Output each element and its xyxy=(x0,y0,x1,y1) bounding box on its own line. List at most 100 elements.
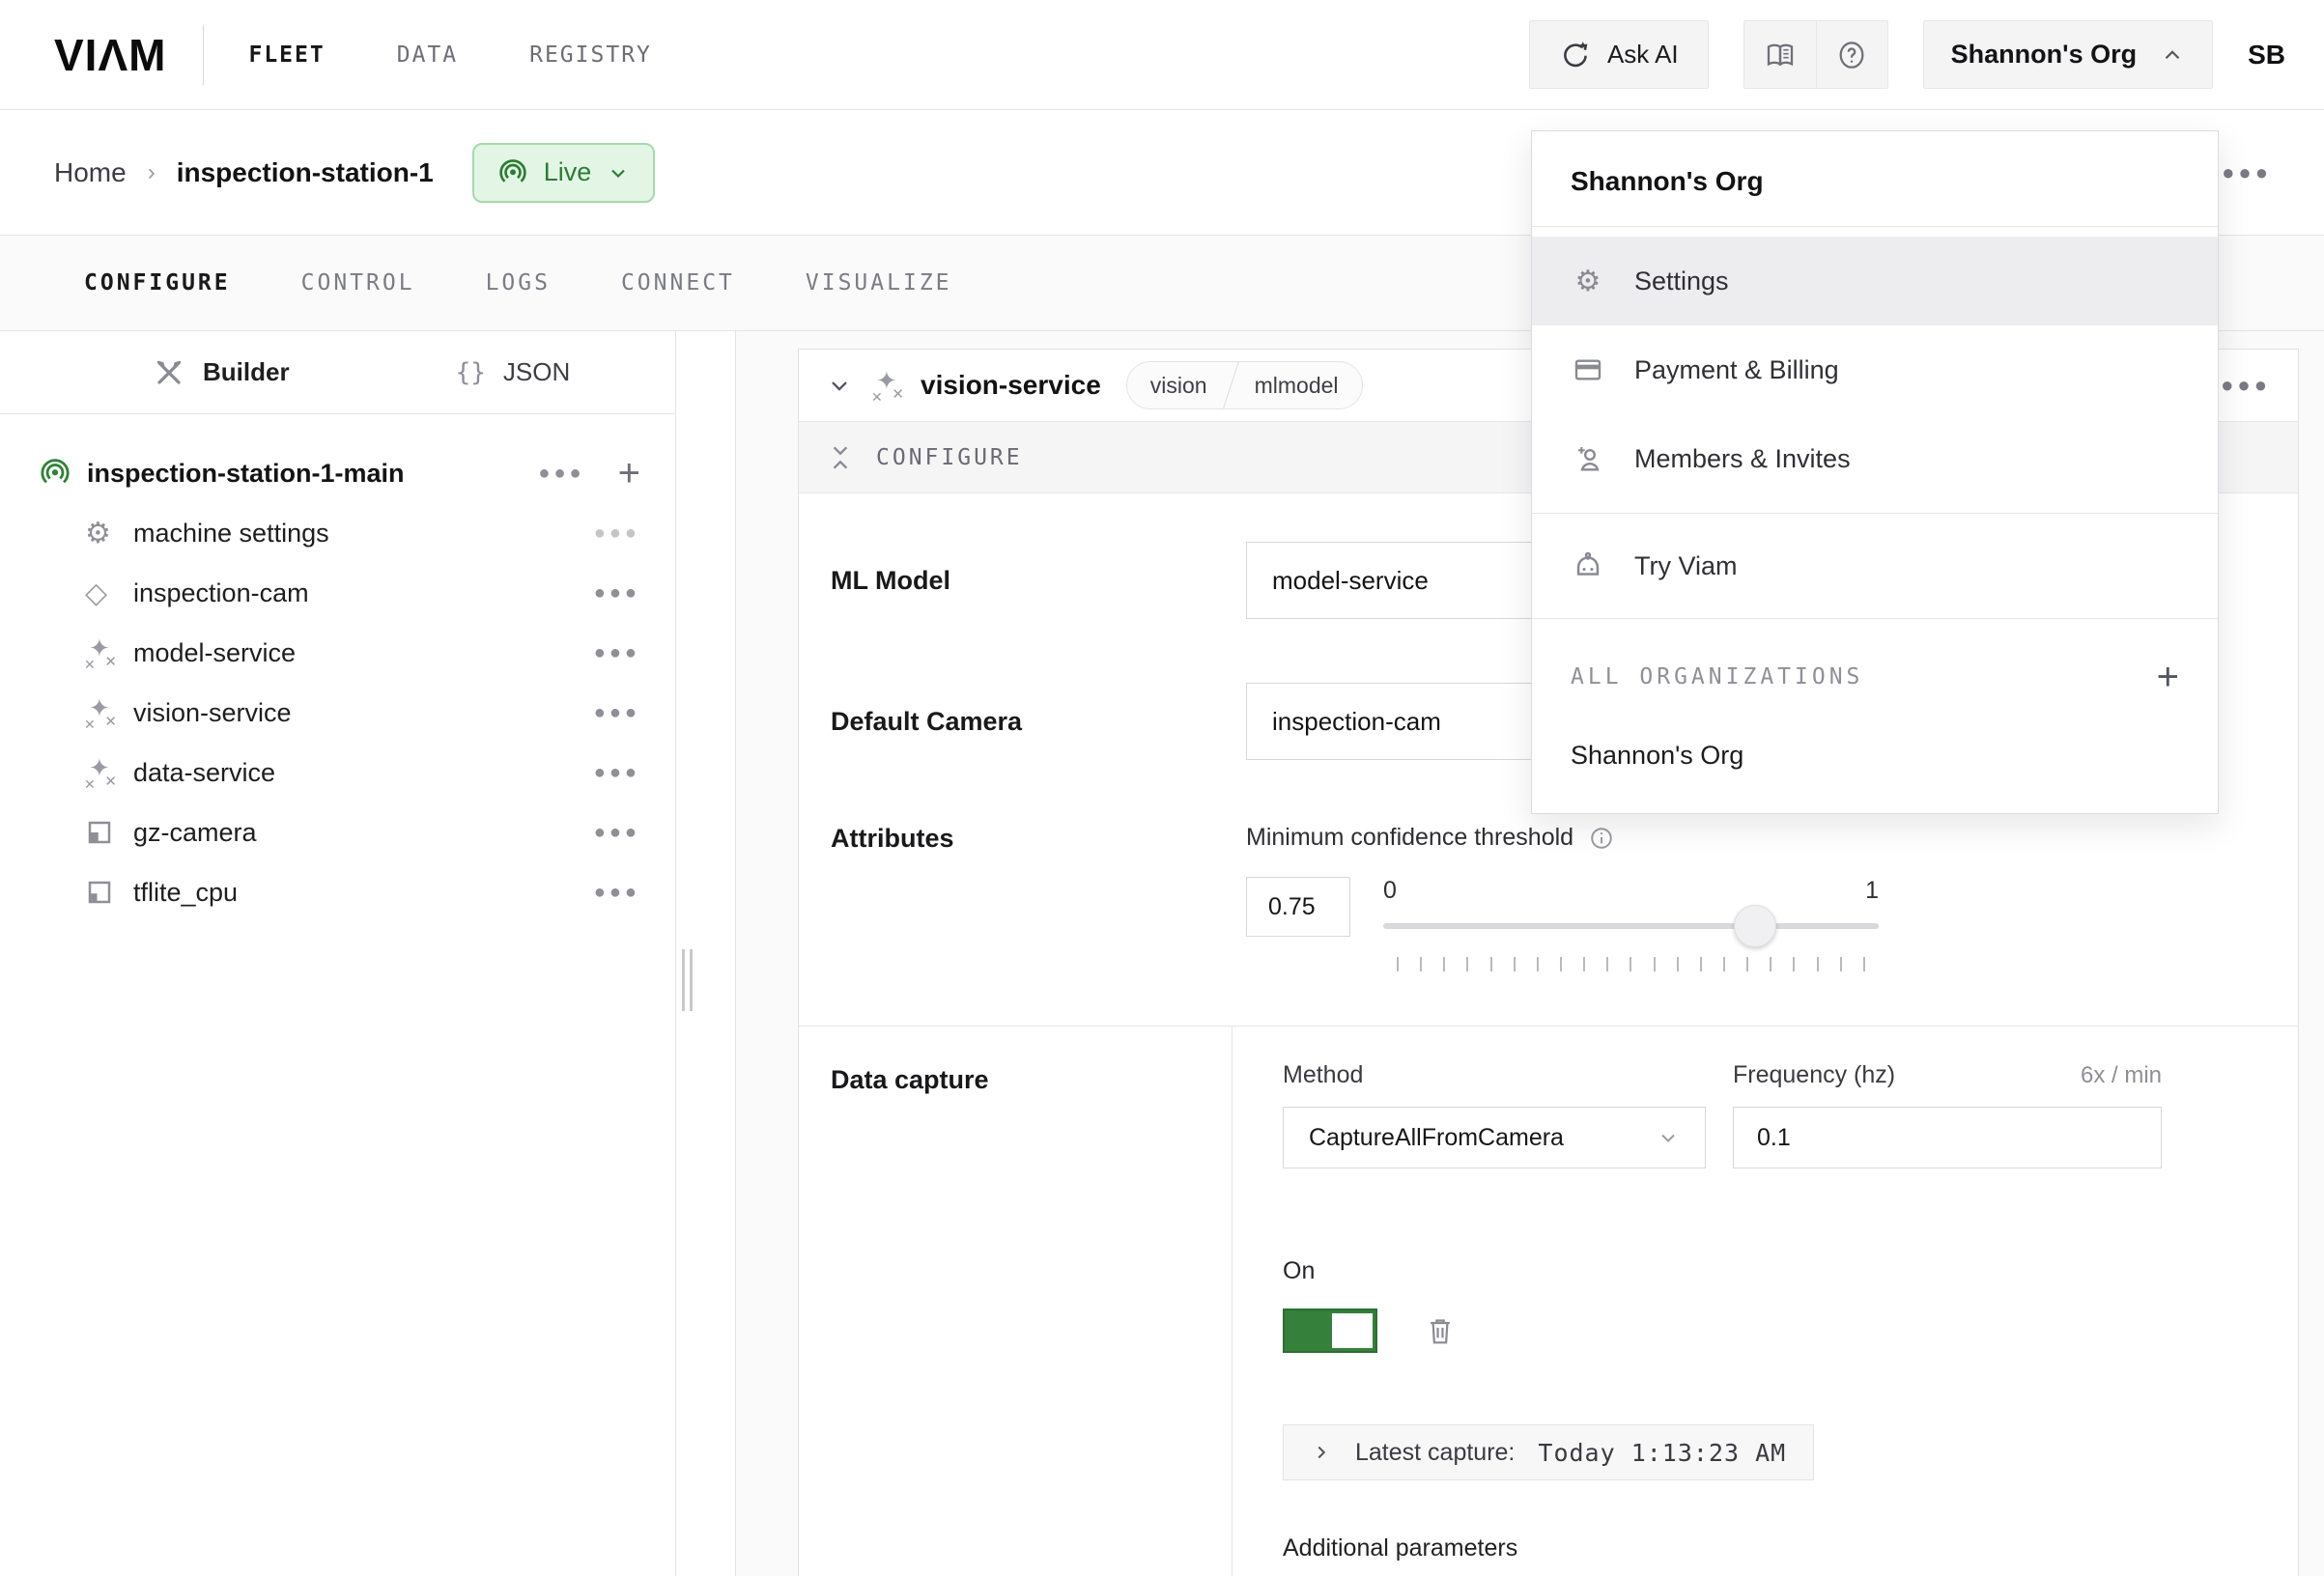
viam-logo[interactable]: VIΛM xyxy=(54,29,166,81)
braces-icon: {} xyxy=(456,358,486,387)
menu-item-label: Payment & Billing xyxy=(1634,355,1839,385)
menu-item-members-invites[interactable]: Members & Invites xyxy=(1532,414,2218,503)
json-label: JSON xyxy=(503,357,570,387)
topbar-divider xyxy=(203,25,204,85)
frequency-rate-label: 6x / min xyxy=(2081,1062,2162,1089)
tree-item-label: machine settings xyxy=(133,519,329,549)
collapse-vertical-icon[interactable] xyxy=(830,443,851,472)
card-more-menu-button[interactable]: ●●● xyxy=(2221,373,2271,398)
builder-mode-button[interactable]: Builder xyxy=(155,357,290,387)
nav-item-fleet[interactable]: FLEET xyxy=(248,42,325,68)
sidebar-resize-gutter xyxy=(676,331,736,1576)
slider-rail[interactable] xyxy=(1383,923,1879,929)
documentation-button[interactable] xyxy=(1744,21,1816,88)
item-more-menu-button[interactable]: ●●● xyxy=(594,582,640,605)
tools-icon xyxy=(155,358,184,387)
page-more-menu-button[interactable]: ●●● xyxy=(2222,160,2272,185)
tree-item-machine-main[interactable]: inspection-station-1-main ●●● + xyxy=(0,443,675,503)
tree-item-label: inspection-cam xyxy=(133,578,309,608)
tree-item-label: tflite_cpu xyxy=(133,878,238,908)
tree-item-gz-camera[interactable]: gz-camera ●●● xyxy=(0,802,675,862)
org-switcher-button[interactable]: Shannon's Org xyxy=(1923,20,2213,89)
chevron-down-icon xyxy=(1657,1126,1680,1149)
slider-ticks xyxy=(1383,957,1879,971)
ask-ai-button[interactable]: Ask AI xyxy=(1529,20,1709,89)
tree-item-model-service[interactable]: ✦✕✕ model-service ●●● xyxy=(0,623,675,683)
tree-item-tflite-cpu[interactable]: tflite_cpu ●●● xyxy=(0,862,675,922)
organization-item[interactable]: Shannon's Org xyxy=(1571,741,2179,771)
attributes-label: Attributes xyxy=(831,824,1246,854)
latest-capture-expander[interactable]: Latest capture: Today 1:13:23 AM xyxy=(1283,1424,1814,1480)
org-dropdown-menu: Shannon's Org ⚙ Settings Payment & Billi… xyxy=(1531,130,2219,814)
tree-item-label: gz-camera xyxy=(133,818,257,848)
gear-icon: ⚙ xyxy=(1571,265,1605,298)
tab-configure[interactable]: CONFIGURE xyxy=(84,270,231,296)
tag-vision: vision xyxy=(1127,362,1231,408)
breadcrumb-home-link[interactable]: Home xyxy=(54,157,127,188)
machine-more-menu-button[interactable]: ●●● xyxy=(538,463,584,485)
tree-item-data-service[interactable]: ✦✕✕ data-service ●●● xyxy=(0,743,675,802)
service-sparkle-icon: ✦✕✕ xyxy=(85,756,118,789)
capture-method-select[interactable]: CaptureAllFromCamera xyxy=(1283,1107,1706,1168)
org-menu-title: Shannon's Org xyxy=(1532,131,2218,226)
slider-handle[interactable] xyxy=(1734,905,1776,947)
tree-item-inspection-cam[interactable]: ◇ inspection-cam ●●● xyxy=(0,563,675,623)
chevron-right-icon: › xyxy=(148,159,156,186)
info-icon[interactable] xyxy=(1589,826,1614,851)
user-avatar[interactable]: SB xyxy=(2248,40,2285,70)
item-more-menu-button[interactable]: ●●● xyxy=(594,522,640,545)
frequency-label: Frequency (hz) xyxy=(1733,1061,1895,1089)
nav-item-data[interactable]: DATA xyxy=(397,42,458,68)
threshold-label: Minimum confidence threshold xyxy=(1246,824,1573,852)
default-camera-label: Default Camera xyxy=(831,707,1246,737)
threshold-input[interactable] xyxy=(1246,877,1350,937)
json-mode-button[interactable]: {} JSON xyxy=(456,357,571,387)
frequency-input[interactable] xyxy=(1733,1107,2162,1168)
collapse-chevron-icon[interactable] xyxy=(826,372,853,399)
item-more-menu-button[interactable]: ●●● xyxy=(594,642,640,664)
tree-item-label: model-service xyxy=(133,638,296,668)
item-more-menu-button[interactable]: ●●● xyxy=(594,882,640,904)
threshold-slider: 0 1 xyxy=(1383,877,1879,971)
latest-capture-time: Today 1:13:23 AM xyxy=(1538,1439,1786,1467)
tree-item-machine-settings[interactable]: ⚙ machine settings ●●● xyxy=(0,503,675,563)
item-more-menu-button[interactable]: ●●● xyxy=(594,822,640,844)
add-organization-button[interactable]: + xyxy=(2157,658,2179,696)
tab-logs[interactable]: LOGS xyxy=(486,270,551,296)
menu-item-payment-billing[interactable]: Payment & Billing xyxy=(1532,325,2218,414)
tree-item-label: data-service xyxy=(133,758,275,788)
tag-mlmodel: mlmodel xyxy=(1232,362,1362,408)
tab-visualize[interactable]: VISUALIZE xyxy=(806,270,952,296)
capture-toggle[interactable] xyxy=(1283,1309,1377,1353)
tree-item-vision-service[interactable]: ✦✕✕ vision-service ●●● xyxy=(0,683,675,743)
menu-item-try-viam[interactable]: Try Viam xyxy=(1532,521,2218,610)
tab-connect[interactable]: CONNECT xyxy=(621,270,735,296)
chevron-up-icon xyxy=(2160,42,2185,68)
component-tree: inspection-station-1-main ●●● + ⚙ machin… xyxy=(0,414,675,922)
trash-icon[interactable] xyxy=(1426,1315,1455,1346)
ml-model-value: model-service xyxy=(1272,566,1429,596)
camera-component-icon: ◇ xyxy=(85,577,107,610)
sidebar-resize-handle[interactable] xyxy=(682,949,695,1011)
capture-on-label: On xyxy=(1283,1257,2298,1285)
item-more-menu-button[interactable]: ●●● xyxy=(594,702,640,724)
live-status-badge[interactable]: Live xyxy=(472,143,656,203)
service-sparkle-icon: ✦✕✕ xyxy=(85,696,118,729)
machine-signal-icon xyxy=(39,457,81,490)
nav-item-registry[interactable]: REGISTRY xyxy=(529,42,652,68)
credit-card-icon xyxy=(1571,354,1605,385)
question-icon xyxy=(1836,40,1867,70)
item-more-menu-button[interactable]: ●●● xyxy=(594,762,640,784)
help-button[interactable] xyxy=(1816,21,1887,88)
add-component-button[interactable]: + xyxy=(618,454,640,492)
service-sparkle-icon: ✦✕✕ xyxy=(872,369,905,402)
help-button-group xyxy=(1743,20,1888,89)
live-label: Live xyxy=(544,157,592,187)
builder-json-toggle: Builder {} JSON xyxy=(0,331,675,414)
menu-item-settings[interactable]: ⚙ Settings xyxy=(1532,237,2218,325)
org-button-label: Shannon's Org xyxy=(1951,40,2137,70)
live-signal-icon xyxy=(497,157,528,188)
tree-item-label: inspection-station-1-main xyxy=(87,459,405,489)
builder-label: Builder xyxy=(203,357,290,387)
tab-control[interactable]: CONTROL xyxy=(301,270,415,296)
